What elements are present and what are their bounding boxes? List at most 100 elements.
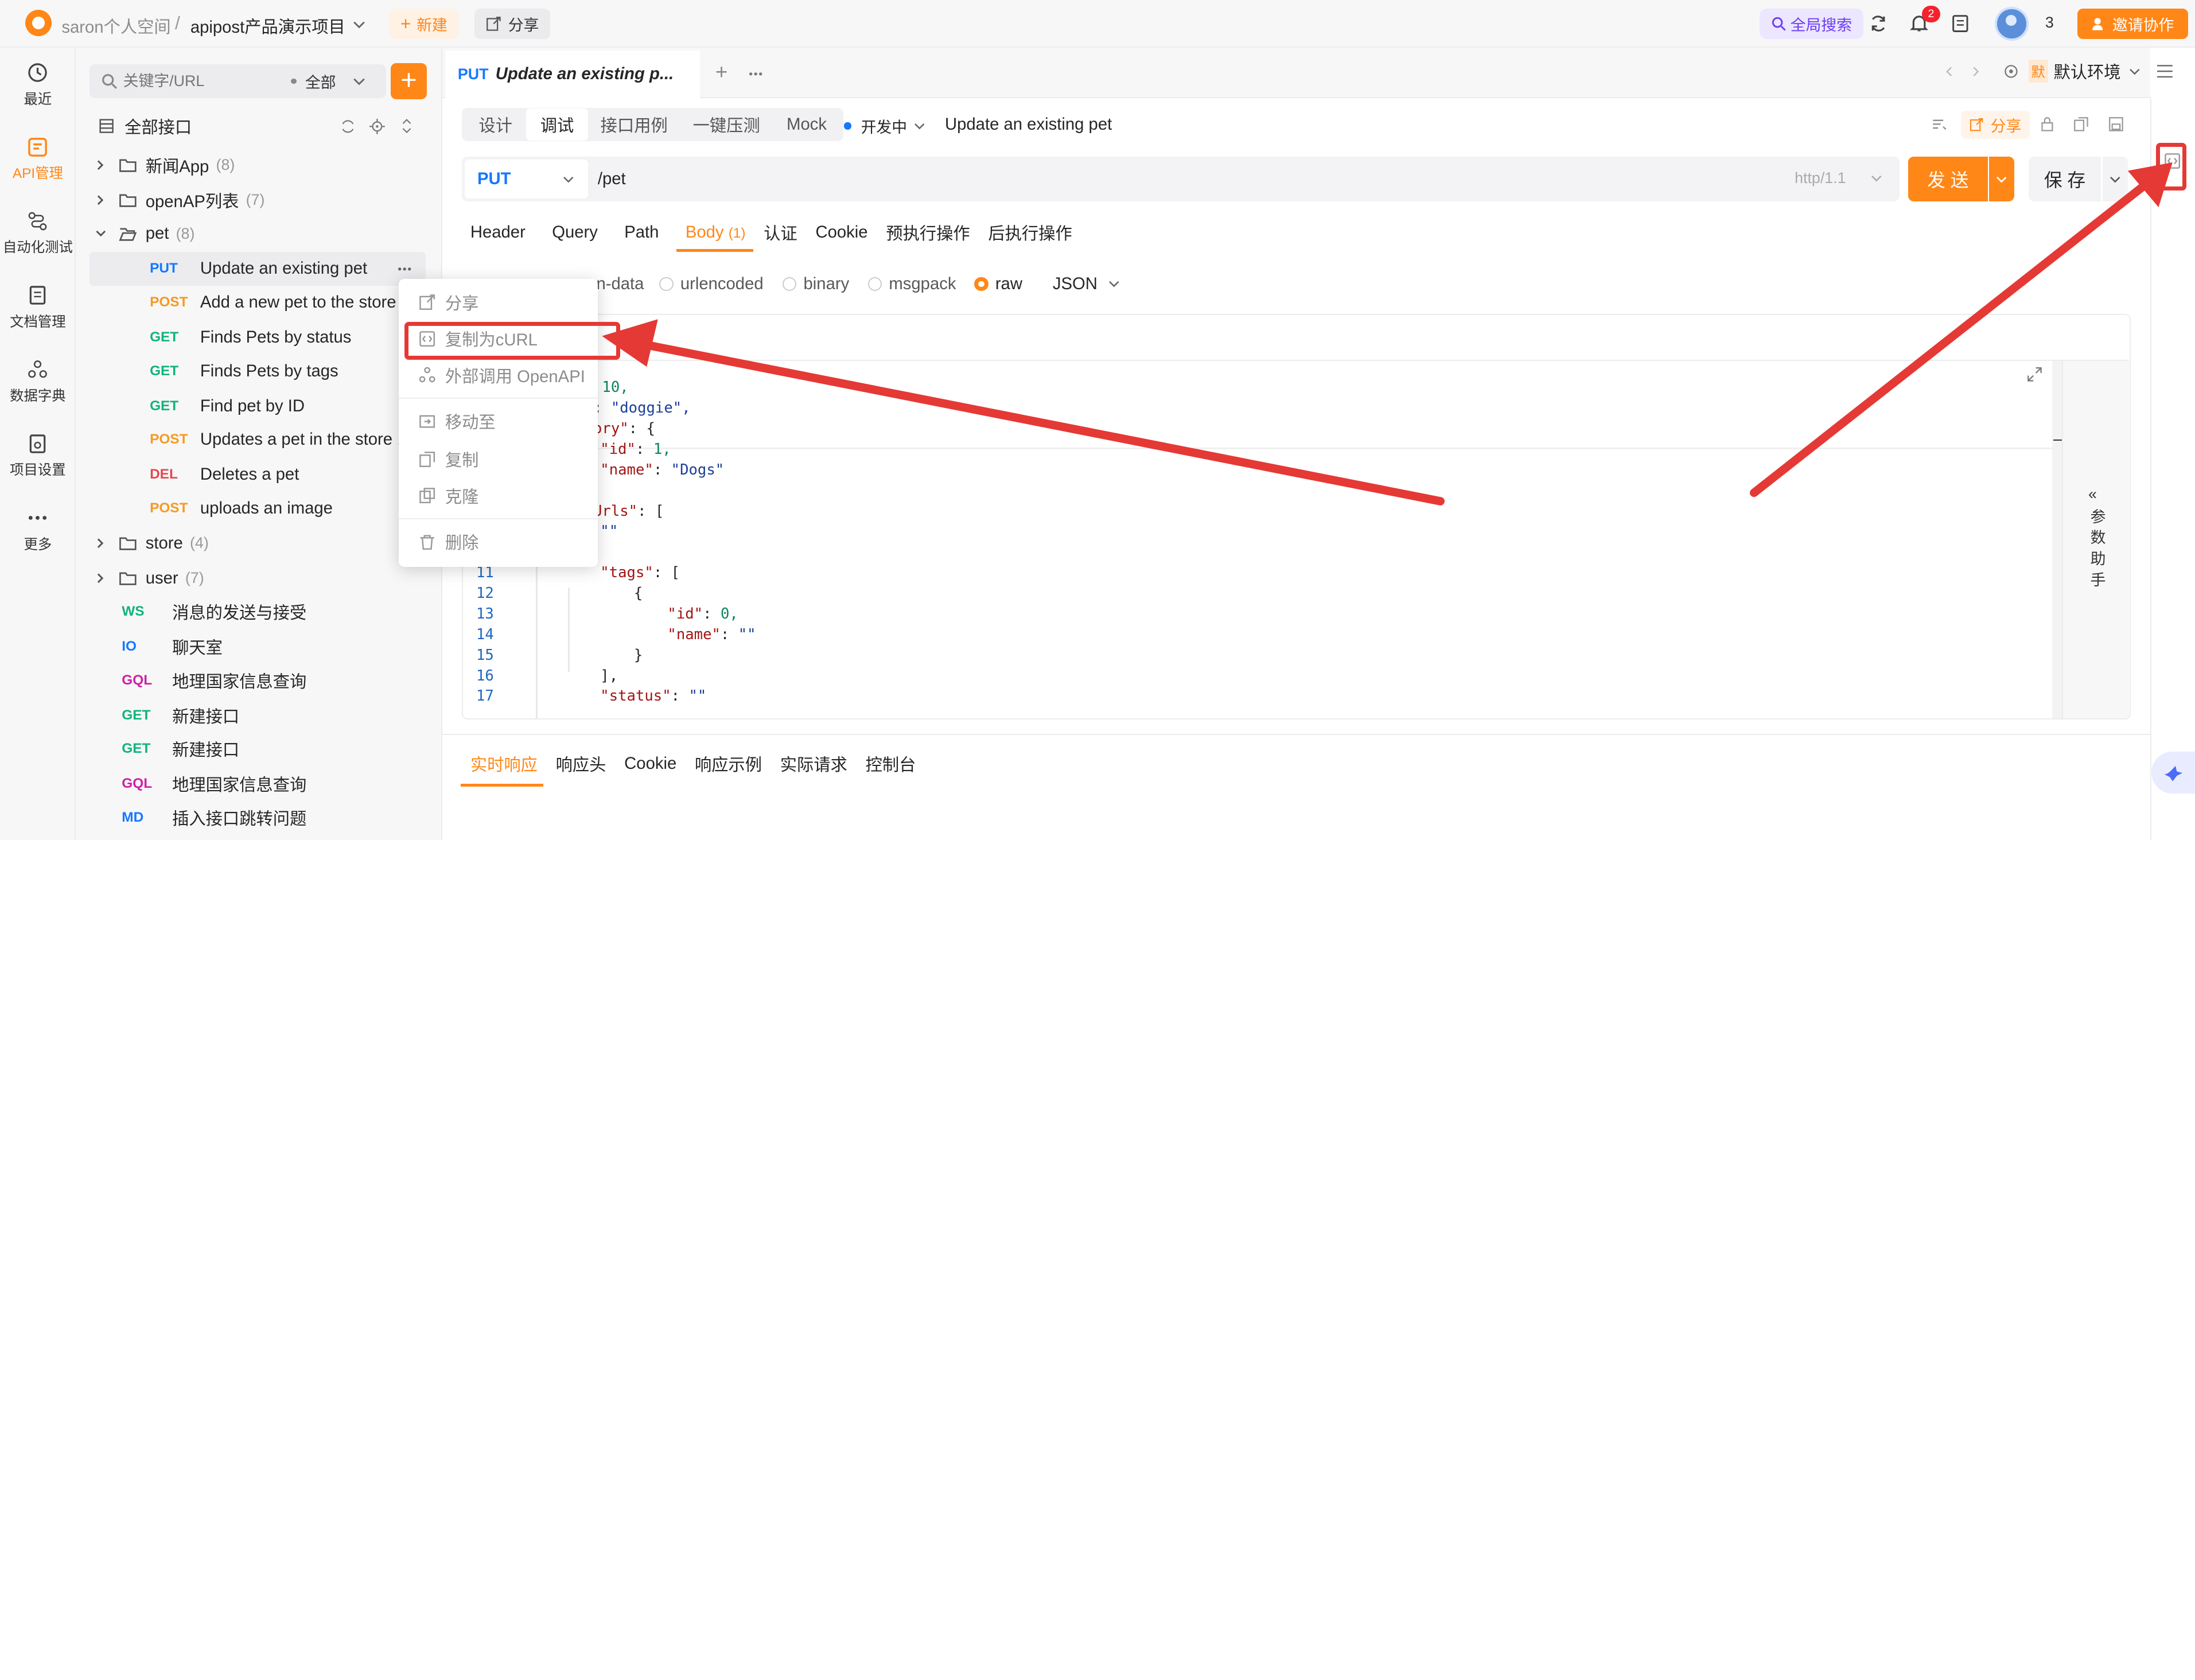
chevron-down-icon[interactable] — [353, 75, 365, 88]
tab-console[interactable]: 控制台 — [866, 752, 916, 776]
menu-item-move[interactable]: 移动至 — [399, 405, 597, 438]
tab-path[interactable]: Path — [624, 223, 659, 242]
locate-icon[interactable] — [369, 119, 385, 135]
radio-raw[interactable]: raw — [974, 274, 1022, 294]
folder-newsapp[interactable]: 新闻App (8) — [95, 149, 235, 182]
save-icon[interactable] — [2108, 116, 2124, 132]
rail-item-dictionary[interactable]: 数据字典 — [0, 359, 76, 405]
format-icon[interactable] — [1932, 116, 1947, 132]
chevron-down-icon[interactable] — [353, 18, 365, 31]
api-item[interactable]: WS 消息的发送与接受 — [122, 595, 306, 629]
rail-item-api[interactable]: API管理 — [0, 136, 76, 182]
member-count[interactable]: 3 — [2045, 14, 2054, 32]
api-item[interactable]: GET Finds Pets by tags — [150, 354, 338, 388]
lock-icon[interactable] — [2040, 116, 2055, 132]
radio-form-data[interactable]: n-data — [596, 274, 644, 294]
chevron-right-icon[interactable] — [1970, 66, 1981, 77]
add-button[interactable]: + — [390, 63, 427, 100]
api-item[interactable]: GET Finds Pets by status — [150, 321, 351, 355]
assistant-button[interactable] — [2151, 752, 2195, 794]
menu-icon[interactable] — [2157, 64, 2173, 78]
api-item[interactable]: POST Add a new pet to the store — [150, 286, 396, 320]
new-button[interactable]: + 新建 — [389, 8, 459, 40]
global-search-button[interactable]: 全局搜索 — [1760, 8, 1863, 40]
send-options-button[interactable] — [1989, 157, 2015, 202]
rail-item-recent[interactable]: 最近 — [0, 61, 76, 108]
api-item[interactable]: POST Updates a pet in the store ... — [150, 423, 411, 457]
tab-update-pet[interactable]: PUT Update an existing p... — [445, 50, 700, 98]
doc-icon[interactable] — [1951, 14, 1970, 33]
folder-openapi[interactable]: openAP列表 (7) — [95, 184, 264, 217]
api-item[interactable]: PUT Update an existing pet — [150, 252, 367, 286]
filter-select[interactable]: 全部 — [305, 70, 336, 92]
rail-item-settings[interactable]: 项目设置 — [0, 433, 76, 479]
tab-response-examples[interactable]: 响应示例 — [695, 752, 762, 776]
protocol-select[interactable]: http/1.1 — [1795, 169, 1882, 187]
save-options-button[interactable] — [2102, 157, 2128, 202]
radio-urlencoded[interactable]: urlencoded — [659, 274, 764, 294]
status-select[interactable]: 开发中 — [844, 115, 925, 137]
share-api-button[interactable]: 分享 — [1961, 110, 2030, 139]
copy-icon[interactable] — [2073, 116, 2089, 132]
folder-pet[interactable]: pet (8) — [95, 217, 194, 251]
menu-item-clone[interactable]: 克隆 — [399, 479, 597, 512]
tab-body[interactable]: Body (1) — [686, 223, 746, 242]
tab-live-response[interactable]: 实时响应 — [470, 752, 538, 776]
radio-msgpack[interactable]: msgpack — [867, 274, 956, 294]
code-editor[interactable]: « 参数助手 : : 10,me": "doggie",tegory": {"i… — [462, 313, 2131, 720]
raw-format-select[interactable]: JSON — [1053, 274, 1120, 294]
tab-response-cookie[interactable]: Cookie — [624, 754, 676, 773]
radio-binary[interactable]: binary — [782, 274, 849, 294]
tab-mock[interactable]: Mock — [773, 115, 841, 134]
save-button[interactable]: 保 存 — [2028, 157, 2101, 202]
send-button[interactable]: 发 送 — [1908, 157, 1988, 202]
chevron-left-icon[interactable] — [1944, 66, 1956, 77]
menu-item-delete[interactable]: 删除 — [399, 525, 597, 559]
api-item[interactable]: GET 新建接口 — [122, 732, 239, 766]
tab-pre-script[interactable]: 预执行操作 — [886, 220, 970, 244]
api-item[interactable]: GET 新建接口 — [122, 699, 239, 733]
tab-cases[interactable]: 接口用例 — [588, 112, 680, 137]
api-item[interactable]: IO 聊天室 — [122, 630, 223, 664]
scroll-thumb[interactable] — [2053, 439, 2062, 441]
tab-post-script[interactable]: 后执行操作 — [988, 220, 1072, 244]
collapse-icon[interactable] — [400, 118, 413, 134]
menu-item-copy[interactable]: 复制 — [399, 442, 597, 476]
api-item[interactable]: POST uploads an image — [150, 491, 333, 525]
project-name[interactable]: apipost产品演示项目 — [190, 14, 345, 38]
api-item[interactable]: GET Find pet by ID — [150, 389, 305, 423]
avatar[interactable] — [1995, 7, 2029, 41]
more-icon[interactable] — [749, 71, 762, 77]
api-item[interactable]: GQL 地理国家信息查询 — [122, 767, 306, 801]
add-tab-button[interactable]: + — [715, 60, 727, 84]
all-apis-header[interactable]: 全部接口 — [98, 109, 192, 143]
tab-auth[interactable]: 认证 — [764, 220, 797, 244]
tab-cookie[interactable]: Cookie — [815, 223, 867, 242]
rail-item-more[interactable]: 更多 — [0, 507, 76, 553]
api-item[interactable]: GQL 地理国家信息查询 — [122, 664, 306, 698]
tab-query[interactable]: Query — [552, 223, 598, 242]
scrollbar[interactable] — [2052, 361, 2062, 719]
api-item[interactable]: MD 插入接口跳转问题 — [122, 801, 306, 835]
share-button[interactable]: 分享 — [474, 8, 550, 40]
url-input[interactable]: /pet — [598, 169, 626, 189]
menu-item-openapi[interactable]: 外部调用 OpenAPI — [399, 359, 597, 392]
search-input[interactable] — [123, 72, 278, 90]
environment-select[interactable]: 默 默认环境 — [2003, 57, 2140, 85]
tab-response-headers[interactable]: 响应头 — [556, 752, 606, 776]
method-select[interactable]: PUT — [465, 160, 588, 199]
tab-design[interactable]: 设计 — [465, 112, 526, 137]
api-item[interactable]: DEL Deletes a pet — [150, 458, 299, 492]
more-icon[interactable] — [398, 266, 411, 272]
search-box[interactable]: 全部 — [89, 64, 387, 98]
folder-user[interactable]: user (7) — [95, 561, 204, 595]
api-name-input[interactable]: Update an existing pet — [945, 115, 1112, 134]
expand-icon[interactable] — [2027, 367, 2042, 382]
rail-item-autotest[interactable]: 自动化测试 — [0, 210, 76, 256]
menu-item-share[interactable]: 分享 — [399, 286, 597, 320]
invite-button[interactable]: 邀请协作 — [2077, 8, 2188, 40]
tab-actual-request[interactable]: 实际请求 — [780, 752, 847, 776]
folder-store[interactable]: store (4) — [95, 526, 209, 560]
tab-load-test[interactable]: 一键压测 — [680, 112, 773, 137]
refresh-icon[interactable] — [340, 119, 356, 134]
